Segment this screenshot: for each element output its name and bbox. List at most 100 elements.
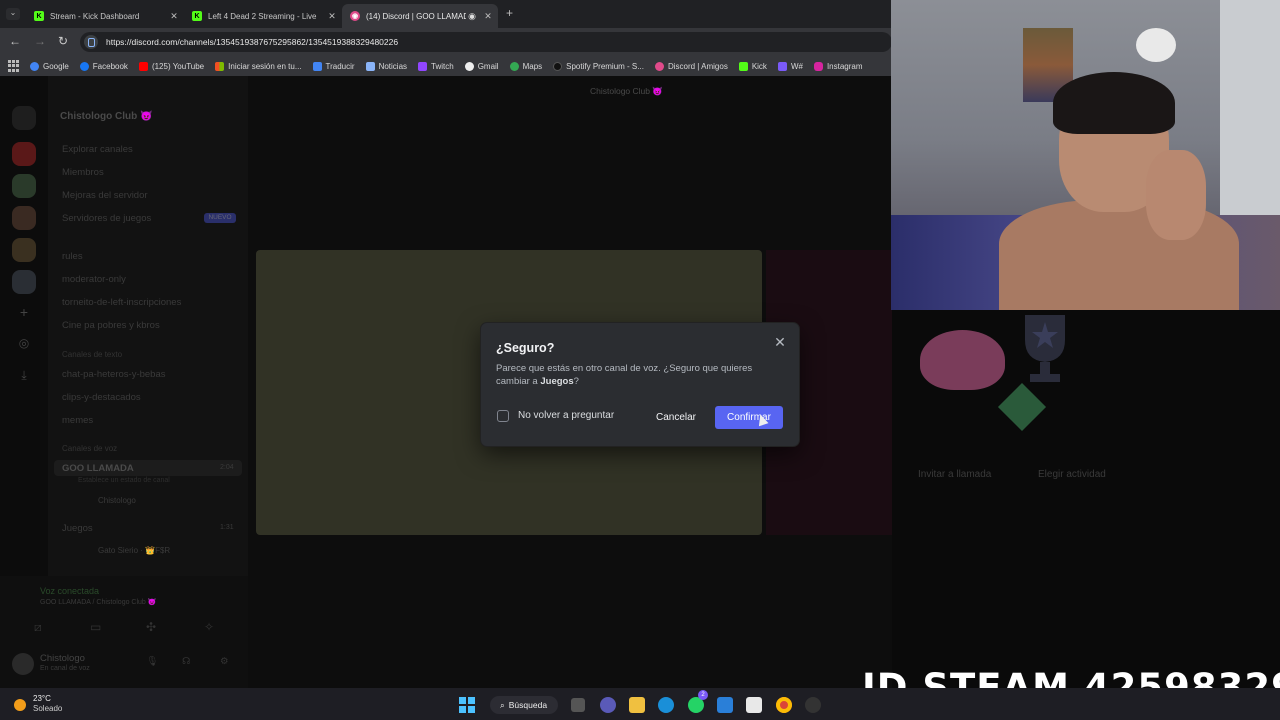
bookmark-w[interactable]: W# [777,61,803,71]
headphones-icon[interactable]: ☊ [182,656,190,667]
voice-user[interactable]: Gato Sierio · 👑F$R [98,546,170,555]
mail-icon[interactable] [717,697,733,713]
copilot-icon[interactable] [600,697,616,713]
category-voice[interactable]: Canales de voz [62,444,117,453]
sidebar-item-miembros[interactable]: Miembros [62,167,104,178]
voice-status-hint[interactable]: Establece un estado de canal [78,477,170,484]
new-tab-icon[interactable]: + [506,6,513,20]
facebook-icon [79,61,89,71]
voice-channel-goo-llamada[interactable]: GOO LLAMADA [62,463,134,474]
bookmark-discord-amigos[interactable]: Discord | Amigos [654,61,728,71]
translate-icon [312,61,322,71]
voice-connected-sub[interactable]: GOO LLAMADA / Chistologo Club 😈 [40,598,156,606]
channel-memes[interactable]: memes [62,415,93,426]
kick-icon: K [34,11,44,21]
add-server-icon[interactable]: + [12,304,36,328]
avatar[interactable] [12,653,34,675]
bookmark-traducir[interactable]: Traducir [312,61,355,71]
tab-search-chevron-icon[interactable]: ⌄ [6,8,20,20]
trophy-icon [1025,315,1065,382]
server-icon[interactable] [12,270,36,294]
close-tab-icon[interactable]: ✕ [168,11,180,22]
file-explorer-icon[interactable] [629,697,645,713]
bookmark-gmail[interactable]: Gmail [464,61,499,71]
news-icon [365,61,375,71]
channel-chat[interactable]: chat-pa-heteros-y-bebas [62,369,166,380]
url-text: https://discord.com/channels/13545193876… [106,37,399,47]
sidebar-item-servidores-juegos[interactable]: Servidores de juegos [62,213,151,224]
channel-cine[interactable]: Cine pa pobres y kbros [62,320,160,331]
explore-icon[interactable]: ◎ [12,336,36,360]
windows-start-icon[interactable] [459,697,475,713]
dont-ask-again-checkbox[interactable] [497,410,509,422]
camera-off-icon[interactable]: ⧄ [34,620,42,635]
taskbar: 23°C Soleado ⌕ Búsqueda 2 [0,688,1280,720]
bookmark-spotify[interactable]: Spotify Premium - S... [553,61,644,71]
bookmark-microsoft[interactable]: Iniciar sesión en tu... [215,61,302,71]
channel-rules[interactable]: rules [62,251,83,262]
channel-clips[interactable]: clips-y-destacados [62,392,141,403]
bookmark-instagram[interactable]: Instagram [813,61,863,71]
tab-l4d2-streaming[interactable]: K Left 4 Dead 2 Streaming - Live ✕ [184,4,342,28]
bookmark-noticias[interactable]: Noticias [365,61,407,71]
sun-icon[interactable] [14,699,26,711]
settings-gear-icon[interactable]: ⚙ [220,656,229,667]
tab-kick-dashboard[interactable]: K Stream - Kick Dashboard ✕ [26,4,184,28]
server-name[interactable]: Chistologo Club 😈 [60,111,152,122]
channel-header: Chistologo Club 😈 [590,86,663,96]
mic-icon[interactable]: 🎙 [146,656,158,667]
discord-home-icon[interactable] [12,106,36,130]
obs-icon[interactable] [805,697,821,713]
address-bar[interactable]: https://discord.com/channels/13545193876… [80,32,892,52]
task-view-icon[interactable] [571,698,585,712]
site-info-icon[interactable] [84,35,98,49]
sidebar-item-mejoras[interactable]: Mejoras del servidor [62,190,148,201]
reload-icon[interactable]: ↻ [58,34,68,48]
screen-share-icon[interactable]: ▭ [90,620,101,634]
channel-torneito[interactable]: torneito-de-left-inscripciones [62,297,181,308]
cancel-button[interactable]: Cancelar [646,406,706,428]
soundboard-icon[interactable]: ✧ [204,620,214,634]
weather-condition[interactable]: Soleado [33,704,62,713]
confirm-button[interactable]: Confirmar [715,406,783,429]
store-icon[interactable] [746,697,762,713]
edge-icon[interactable] [658,697,674,713]
bookmark-youtube[interactable]: (125) YouTube [138,61,204,71]
channel-moderator-only[interactable]: moderator-only [62,274,126,285]
server-icon[interactable] [12,238,36,262]
chrome-icon[interactable] [776,697,792,713]
lamp [1136,28,1176,62]
voice-connected-label: Voz conectada [40,586,100,596]
download-icon[interactable]: ⤓ [12,368,36,392]
category-text[interactable]: Canales de texto [62,350,122,359]
tab-discord[interactable]: ◉ (14) Discord | GOO LLAMADA ◉ ✕ [342,4,498,28]
bookmark-google[interactable]: Google [30,61,69,71]
invite-to-call-button[interactable]: Invitar a llamada [918,469,991,480]
close-tab-icon[interactable]: ✕ [326,11,338,22]
close-tab-icon[interactable]: ✕ [482,11,494,22]
choose-activity-button[interactable]: Elegir actividad [1038,469,1106,480]
dont-ask-again-label[interactable]: No volver a preguntar [518,410,614,421]
taskbar-search[interactable]: ⌕ Búsqueda [490,696,558,714]
gmail-icon [464,61,474,71]
screen: ⌄ K Stream - Kick Dashboard ✕ K Left 4 D… [0,0,1280,720]
server-icon[interactable] [12,142,36,166]
back-icon[interactable]: ← [9,34,21,48]
forward-icon[interactable]: → [34,34,46,48]
server-icon[interactable] [12,174,36,198]
close-icon[interactable]: ✕ [773,335,787,349]
kick-icon [738,61,748,71]
weather-temperature[interactable]: 23°C [33,694,51,703]
spotify-icon [553,61,563,71]
voice-user[interactable]: Chistologo [98,496,136,505]
bookmark-facebook[interactable]: Facebook [79,61,128,71]
voice-channel-juegos[interactable]: Juegos [62,523,93,534]
bookmark-kick[interactable]: Kick [738,61,767,71]
bookmark-maps[interactable]: Maps [509,61,542,71]
apps-grid-icon[interactable] [8,60,20,72]
activities-icon[interactable]: ✣ [146,620,156,634]
server-icon[interactable] [12,206,36,230]
person-hand [1146,150,1206,240]
sidebar-item-explorar[interactable]: Explorar canales [62,144,133,155]
bookmark-twitch[interactable]: Twitch [418,61,454,71]
